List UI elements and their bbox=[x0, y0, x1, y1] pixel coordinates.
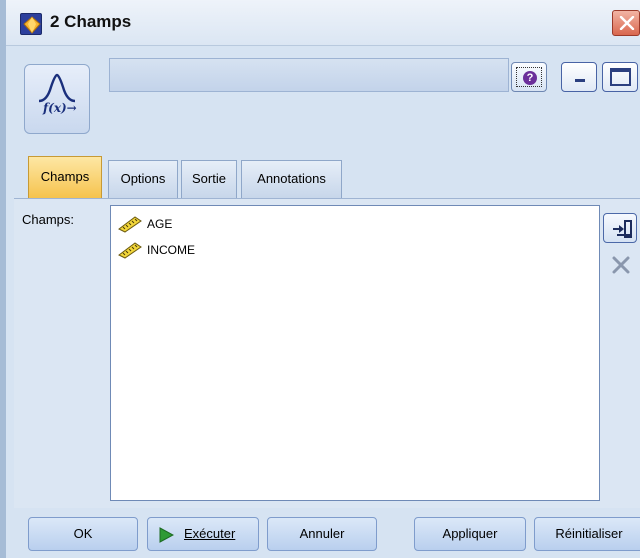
help-icon: ? bbox=[523, 71, 537, 85]
continuous-ruler-icon bbox=[117, 215, 143, 236]
field-name: INCOME bbox=[147, 243, 195, 257]
run-button[interactable]: Exécuter bbox=[147, 517, 259, 551]
fx-node-label: f(x)→ bbox=[43, 101, 77, 115]
pick-fields-button[interactable] bbox=[603, 213, 637, 243]
play-icon bbox=[159, 527, 174, 543]
fields-label: Champs: bbox=[22, 212, 75, 227]
minimize-icon bbox=[575, 79, 585, 82]
maximize-icon bbox=[610, 68, 631, 86]
window-title: 2 Champs bbox=[50, 12, 132, 31]
help-button[interactable]: ? bbox=[511, 62, 547, 92]
field-picker-icon bbox=[613, 220, 632, 238]
fx-node-icon: f(x)→ bbox=[24, 64, 90, 134]
cancel-button[interactable]: Annuler bbox=[267, 517, 377, 551]
diamond-node-icon bbox=[20, 13, 42, 35]
delete-x-icon bbox=[612, 256, 630, 274]
dialog-window: 2 Champs f(x)→ ? Champs Options Sortie A… bbox=[0, 0, 640, 558]
minimize-button[interactable] bbox=[561, 62, 597, 92]
close-icon bbox=[619, 16, 635, 30]
tab-champs[interactable]: Champs bbox=[28, 156, 102, 198]
reset-button[interactable]: Réinitialiser bbox=[534, 517, 640, 551]
tab-annotations[interactable]: Annotations bbox=[241, 160, 342, 198]
node-name-field[interactable] bbox=[109, 58, 509, 92]
fields-list[interactable]: AGE INCOME bbox=[110, 205, 600, 501]
apply-button[interactable]: Appliquer bbox=[414, 517, 526, 551]
field-name: AGE bbox=[147, 217, 173, 231]
title-bar[interactable]: 2 Champs bbox=[6, 0, 640, 46]
maximize-button[interactable] bbox=[602, 62, 638, 92]
tab-sortie[interactable]: Sortie bbox=[181, 160, 237, 198]
run-button-label: Exécuter bbox=[184, 526, 236, 541]
continuous-ruler-icon bbox=[117, 241, 143, 262]
tab-options[interactable]: Options bbox=[108, 160, 178, 198]
ok-button[interactable]: OK bbox=[28, 517, 138, 551]
remove-field-button[interactable] bbox=[603, 249, 637, 279]
close-button[interactable] bbox=[612, 10, 640, 36]
